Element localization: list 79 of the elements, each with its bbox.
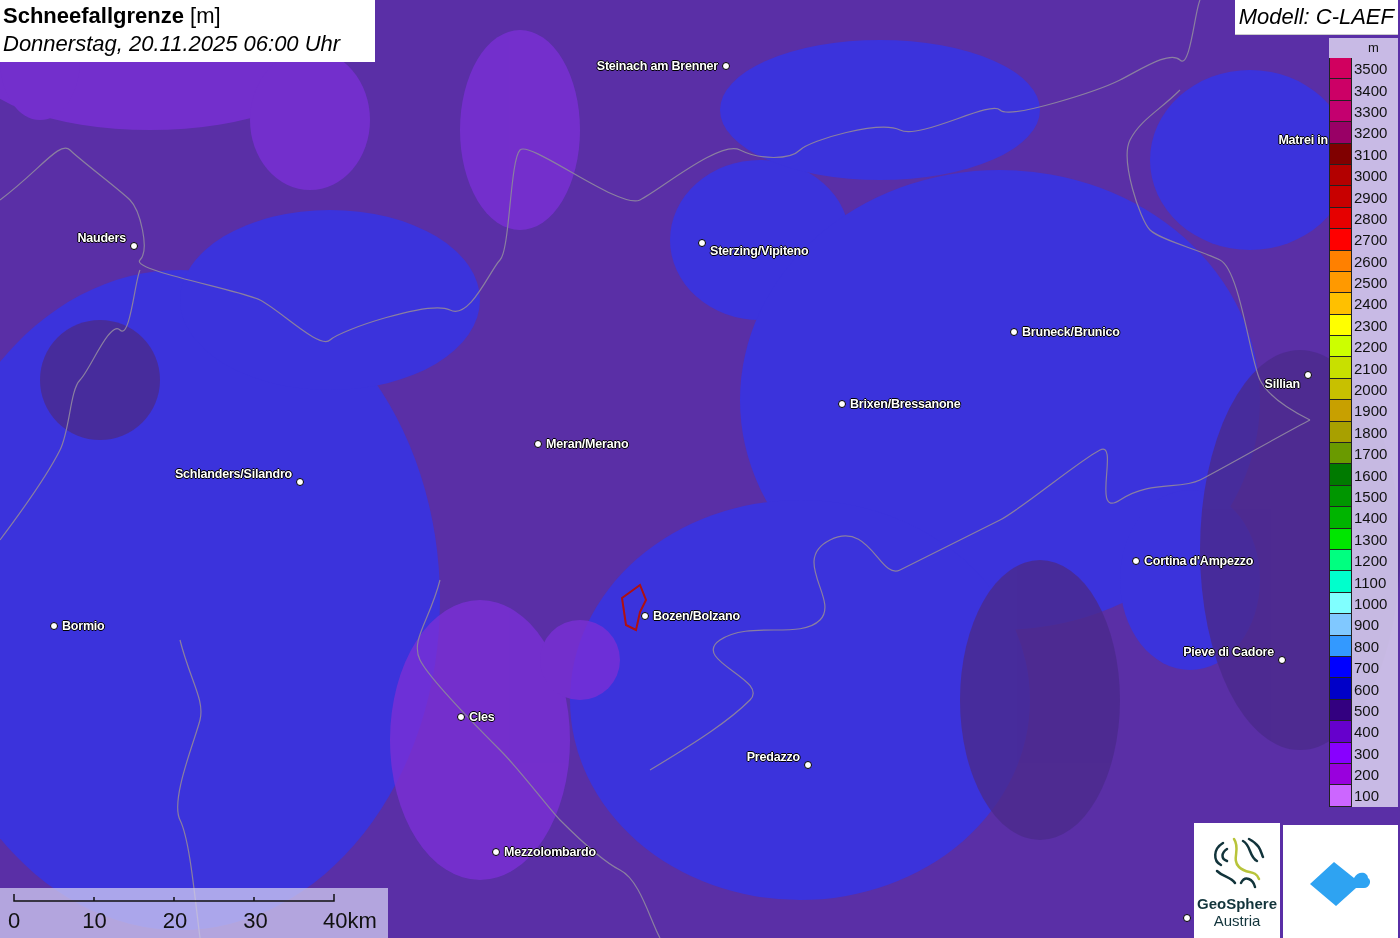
place-marker-icon xyxy=(492,848,500,856)
place-label: Matrei in xyxy=(1278,133,1328,147)
place-label: Schlanders/Silandro xyxy=(174,467,292,481)
legend-unit: m xyxy=(1367,39,1380,57)
legend-label: 2800 xyxy=(1353,209,1388,227)
scale-label: 20 xyxy=(162,908,188,934)
legend-label: 2400 xyxy=(1353,295,1388,313)
legend-label: 2100 xyxy=(1353,359,1388,377)
legend-label: 1200 xyxy=(1353,552,1388,570)
place-label: Brixen/Bressanone xyxy=(850,397,961,411)
place-marker-icon xyxy=(296,478,304,486)
place-label: Predazzo xyxy=(746,750,800,764)
place-label: Sillian xyxy=(1264,377,1300,391)
scale-bar-icon xyxy=(13,894,335,902)
scale-label: 10 xyxy=(82,908,107,934)
legend-label: 1600 xyxy=(1353,466,1388,484)
legend-label: 1800 xyxy=(1353,423,1388,441)
place-label: Sterzing/Vipiteno xyxy=(710,244,809,258)
place-marker-icon xyxy=(457,713,465,721)
place-marker-icon xyxy=(722,62,730,70)
legend-label: 2300 xyxy=(1353,316,1388,334)
legend-label: 3100 xyxy=(1353,145,1388,163)
place-label: Steinach am Brenner xyxy=(596,59,718,73)
legend-label: 3500 xyxy=(1353,60,1388,78)
place-marker-icon xyxy=(1132,557,1140,565)
legend-label: 2600 xyxy=(1353,252,1388,270)
legend-label: 1500 xyxy=(1353,488,1388,505)
logo-subtitle: Austria xyxy=(1213,912,1261,930)
legend-label: 1000 xyxy=(1353,594,1388,612)
legend-label: 2200 xyxy=(1353,338,1388,356)
legend-label: 500 xyxy=(1353,701,1380,719)
legend-label: 3000 xyxy=(1353,167,1388,185)
place-label: Meran/Merano xyxy=(546,437,629,451)
legend-label: 1700 xyxy=(1353,445,1388,463)
place-marker-icon xyxy=(1183,914,1191,922)
legend-label: 2500 xyxy=(1353,274,1388,292)
legend-label: 200 xyxy=(1353,766,1380,784)
legend-label: 700 xyxy=(1353,659,1380,677)
legend-label: 3400 xyxy=(1353,81,1388,99)
place-marker-icon xyxy=(1278,656,1286,664)
place-marker-icon xyxy=(1010,328,1018,336)
place-marker-icon xyxy=(130,242,138,250)
legend-label: 2700 xyxy=(1353,231,1388,249)
legend-label: 400 xyxy=(1353,723,1380,741)
place-label: Cortina d'Ampezzo xyxy=(1144,554,1254,568)
place-label: Mezzolombardo xyxy=(504,845,596,859)
legend-label: 3200 xyxy=(1353,124,1388,142)
logo-name: GeoSphere xyxy=(1197,895,1277,912)
legend-label: 900 xyxy=(1353,616,1380,634)
legend-label: 300 xyxy=(1353,744,1380,762)
scale-label: 0 xyxy=(7,908,21,934)
place-marker-icon xyxy=(641,612,649,620)
legend-label: 100 xyxy=(1353,787,1380,805)
place-marker-icon xyxy=(1304,371,1312,379)
legend-label: 600 xyxy=(1353,680,1380,698)
legend-label: 1400 xyxy=(1353,509,1388,527)
map-title: Schneefallgrenze [m] xyxy=(3,2,222,30)
place-label: Bormio xyxy=(62,619,105,633)
place-marker-icon xyxy=(698,239,706,247)
scale-label: 30 xyxy=(243,908,268,934)
place-label: Pieve di Cadore xyxy=(1183,645,1274,659)
place-label: Bozen/Bolzano xyxy=(653,609,740,623)
place-marker-icon xyxy=(50,622,58,630)
map-date: Donnerstag, 20.11.2025 06:00 Uhr xyxy=(3,30,342,58)
place-label: Nauders xyxy=(77,231,126,245)
legend-label: 1100 xyxy=(1353,573,1387,591)
scale-label: 40km xyxy=(323,908,377,934)
model-label: Modell: C-LAEF xyxy=(1234,0,1398,35)
place-marker-icon xyxy=(534,440,542,448)
legend-label: 1300 xyxy=(1353,530,1388,548)
legend-label: 2900 xyxy=(1353,188,1388,206)
place-label: Bruneck/Brunico xyxy=(1022,325,1120,339)
legend-label: 3300 xyxy=(1353,102,1388,120)
place-marker-icon xyxy=(838,400,846,408)
place-marker-icon xyxy=(804,761,812,769)
legend-label: 2000 xyxy=(1353,381,1388,399)
legend-label: 1900 xyxy=(1353,402,1388,420)
legend-label: 800 xyxy=(1353,637,1380,655)
place-label: Cles xyxy=(469,710,495,724)
